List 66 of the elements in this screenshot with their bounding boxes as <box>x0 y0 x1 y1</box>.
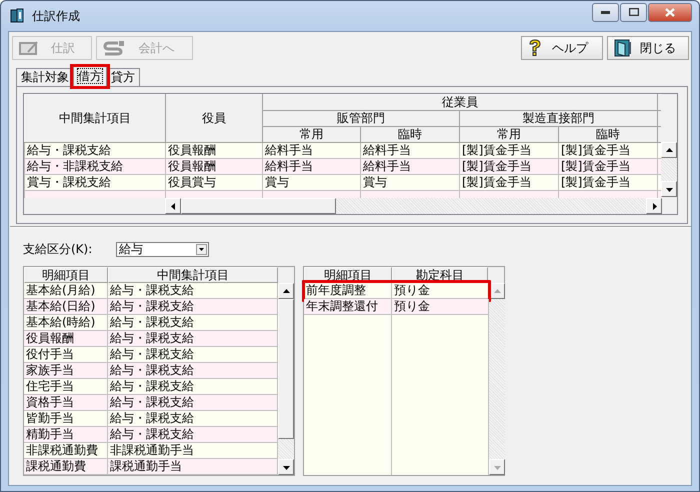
table-cell: [製]賃金手当 <box>558 158 658 174</box>
column-header: 役員 <box>166 94 262 142</box>
table-cell: 給料手当 <box>262 158 360 174</box>
table-cell: [製]賃金手当 <box>460 142 558 158</box>
table-cell: 賞与・課税支給 <box>24 174 166 190</box>
triangle-icon <box>652 202 656 210</box>
column-header: 中間集計項目 <box>24 94 166 142</box>
down-arrow-button[interactable] <box>661 181 677 197</box>
close-button[interactable] <box>648 2 692 22</box>
tab[interactable]: 借方 <box>73 66 107 87</box>
left-arrow-button[interactable] <box>165 198 181 214</box>
caret-icon <box>196 244 207 254</box>
column-header: 中間集計項目 <box>108 267 278 283</box>
question-icon <box>528 39 542 57</box>
scroll-thumb[interactable] <box>181 198 336 214</box>
down-arrow-button[interactable] <box>278 459 294 475</box>
column-header: 製造直接部門 <box>460 110 658 126</box>
door-icon <box>614 39 632 57</box>
triangle-icon <box>282 464 290 470</box>
up-arrow-button[interactable] <box>661 142 677 158</box>
column-header: 臨時 <box>558 126 658 142</box>
table-cell: 課税通勤手当 <box>108 459 278 475</box>
app-icon <box>10 8 26 24</box>
table-cell: 賞与 <box>262 174 360 190</box>
toolbar-button[interactable]: ヘルプ <box>521 36 603 60</box>
right-arrow-button[interactable] <box>646 198 662 214</box>
table-cell: 役員報酬 <box>166 158 262 174</box>
pen-card-icon <box>19 40 39 56</box>
table-cell: 役員報酬 <box>166 142 262 158</box>
field-label: 支給区分(K): <box>23 240 94 258</box>
window-title: 仕訳作成 <box>32 8 81 24</box>
table-cell: [製]賃金手当 <box>460 158 558 174</box>
dropdown-field[interactable]: 給与 <box>116 242 209 256</box>
triangle-icon <box>666 186 672 192</box>
scroll-thumb[interactable] <box>278 299 294 439</box>
table-cell: [製]賃金手当 <box>460 174 558 190</box>
table-cell: 給料手当 <box>360 158 460 174</box>
table-cell: 年末調整還付 <box>304 299 392 315</box>
toolbar-button[interactable]: 閉じる <box>607 36 689 60</box>
triangle-icon <box>666 148 672 152</box>
close-icon <box>665 8 675 16</box>
table-cell: 給与・非課税支給 <box>24 158 166 174</box>
table-cell: 課税通勤費 <box>24 459 108 475</box>
table-cell: 給料手当 <box>360 142 460 158</box>
table-cell: 給料手当 <box>262 142 360 158</box>
table-cell: 賞与 <box>360 174 460 190</box>
table-cell: [製]賃金手当 <box>558 174 658 190</box>
triangle-icon <box>494 464 500 470</box>
column-header: 臨時 <box>360 126 460 142</box>
triangle-icon <box>170 202 176 210</box>
connector-icon <box>103 40 125 56</box>
table-cell: 役員賞与 <box>166 174 262 190</box>
column-header: 常用 <box>460 126 558 142</box>
maximize-icon <box>628 8 638 16</box>
column-header: 販管部門 <box>262 110 460 126</box>
up-arrow-button[interactable] <box>278 283 294 299</box>
triangle-icon <box>494 288 500 294</box>
column-header: 従業員 <box>262 94 658 110</box>
minimize-icon <box>601 10 610 14</box>
table-cell: [製]賃金手当 <box>558 142 658 158</box>
minimize-button[interactable] <box>592 2 619 22</box>
column-header: 明細項目 <box>24 267 108 283</box>
triangle-icon <box>282 288 290 294</box>
column-header: 常用 <box>262 126 360 142</box>
maximize-button[interactable] <box>620 2 647 22</box>
table-cell: 給与・課税支給 <box>24 142 166 158</box>
